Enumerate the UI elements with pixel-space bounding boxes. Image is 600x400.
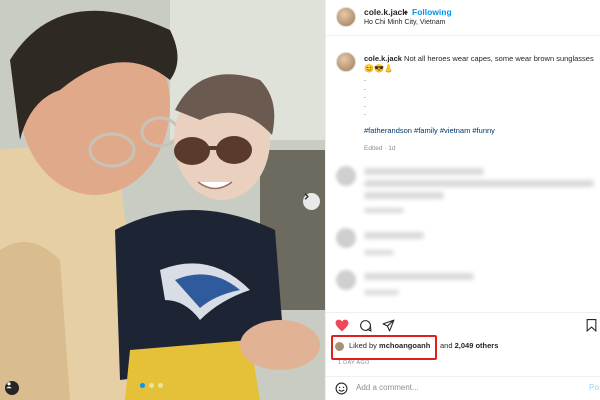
caption-dot: .	[364, 84, 366, 92]
caption-emojis: 😊😎👃	[364, 64, 394, 73]
user-icon	[6, 382, 12, 389]
post-time: 1 DAY AGO	[338, 360, 370, 366]
carousel-dot	[140, 383, 145, 388]
liked-by-prefix: Liked by	[349, 341, 377, 350]
bookmark-icon[interactable]	[586, 319, 597, 332]
caption-dot: .	[364, 101, 366, 109]
carousel-dots	[140, 383, 163, 388]
username-link[interactable]: cole.k.jack	[364, 7, 407, 17]
chevron-right-icon	[304, 193, 309, 200]
comment-avatar	[336, 270, 356, 290]
photo-illustration	[0, 0, 325, 400]
caption: cole.k.jack Not all heroes wear capes, s…	[364, 54, 600, 64]
caption-username[interactable]: cole.k.jack	[364, 54, 402, 63]
likes-others[interactable]: and 2,049 others	[440, 341, 498, 350]
smiley-icon[interactable]	[335, 382, 348, 395]
blurred-text	[364, 168, 484, 175]
caption-dot: .	[364, 93, 366, 100]
post-photo[interactable]	[0, 0, 325, 400]
edited-label: Edited · 1d	[364, 145, 396, 152]
caption-text: Not all heroes wear capes, some wear bro…	[404, 54, 594, 63]
caption-dot: .	[364, 76, 366, 83]
caption-dot: .	[364, 110, 366, 117]
share-icon[interactable]	[382, 319, 395, 332]
comment-input[interactable]: Add a comment...	[356, 383, 419, 392]
caption-dot-lines: . . . . .	[364, 76, 366, 119]
caption-hashtags[interactable]: #fatherandson #family #vietnam #funny	[364, 126, 495, 135]
blurred-text	[364, 180, 594, 187]
post-detail-panel: cole.k.jack • Following Ho Chi Minh City…	[325, 0, 600, 400]
likes-count[interactable]: 2,049 others	[455, 341, 499, 350]
blurred-text	[364, 290, 399, 295]
comment-avatar	[336, 166, 356, 186]
carousel-next-button[interactable]	[303, 193, 320, 210]
separator-dot: •	[405, 7, 408, 17]
comment-bar: Add a comment... Post	[326, 376, 600, 400]
blurred-text	[364, 208, 404, 213]
liker-avatar[interactable]	[334, 341, 345, 352]
avatar[interactable]	[336, 7, 356, 27]
carousel-dot	[149, 383, 154, 388]
blurred-text	[364, 273, 474, 280]
liked-by-text[interactable]: Liked by mchoangoanh	[349, 341, 430, 350]
comment-icon[interactable]	[359, 319, 372, 332]
caption-avatar[interactable]	[336, 52, 356, 72]
following-button[interactable]: Following	[412, 7, 452, 17]
blurred-text	[364, 192, 444, 199]
post-header: cole.k.jack • Following Ho Chi Minh City…	[326, 0, 600, 36]
liker-username[interactable]: mchoangoanh	[379, 341, 430, 350]
comment-avatar	[336, 228, 356, 248]
heart-icon[interactable]	[335, 319, 349, 332]
user-tag-button[interactable]	[5, 381, 19, 395]
location-link[interactable]: Ho Chi Minh City, Vietnam	[364, 19, 445, 26]
likes-and: and	[440, 341, 453, 350]
action-bar	[326, 312, 600, 334]
blurred-text	[364, 250, 394, 255]
blurred-text	[364, 232, 424, 239]
post-comment-button[interactable]: Post	[589, 383, 600, 392]
carousel-dot	[158, 383, 163, 388]
